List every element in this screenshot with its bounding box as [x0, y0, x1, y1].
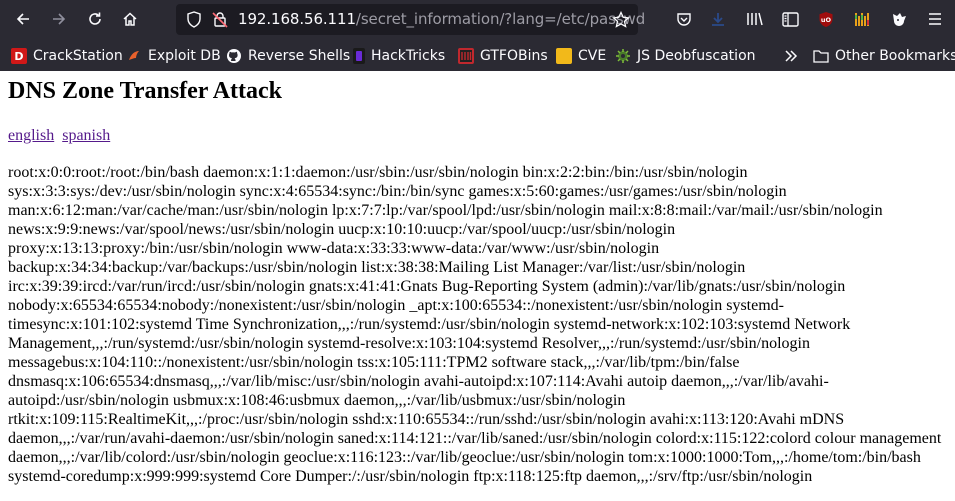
svg-text:uO: uO [821, 16, 832, 24]
reload-button[interactable] [79, 3, 111, 35]
back-arrow-icon [16, 13, 29, 25]
passwd-file-contents: root:x:0:0:root:/root:/bin/bash daemon:x… [8, 164, 942, 485]
lang-link-english[interactable]: english [8, 127, 54, 144]
other-bookmarks-label: Other Bookmarks [835, 48, 955, 64]
language-links: english spanish [8, 127, 947, 145]
browser-chrome: 192.168.56.111/secret_information/?lang=… [0, 0, 955, 71]
tracking-protection-shield-icon[interactable] [186, 11, 202, 32]
bookmark-js-deobfuscation[interactable]: JS Deobfuscation [615, 46, 756, 66]
url-path: /secret_information/?lang=/etc/passwd [355, 10, 646, 28]
bookmark-reverse-shells[interactable]: Reverse Shells [226, 46, 350, 66]
bookmark-label: HackTricks [371, 48, 446, 64]
library-icon[interactable] [744, 8, 766, 30]
forward-button[interactable] [43, 3, 75, 35]
home-icon [123, 12, 137, 26]
folder-icon [813, 48, 829, 64]
forward-arrow-icon [53, 13, 66, 25]
bookmark-label: GTFOBins [480, 48, 548, 64]
bookmark-label: CrackStation [33, 48, 123, 64]
cve-icon [556, 48, 572, 64]
crackstation-icon: D [11, 48, 27, 64]
page-title: DNS Zone Transfer Attack [8, 78, 283, 104]
hacktricks-icon [353, 48, 365, 64]
bookmark-exploit-db[interactable]: Exploit DB [126, 46, 221, 66]
wappalyzer-icon[interactable] [852, 8, 874, 30]
bookmark-label: CVE [578, 48, 607, 64]
pocket-icon[interactable] [673, 8, 695, 30]
chevron-double-right-icon [785, 50, 798, 62]
exploitdb-icon [126, 48, 142, 64]
home-button[interactable] [114, 3, 146, 35]
sidebar-icon[interactable] [779, 8, 801, 30]
menu-hamburger-icon[interactable] [924, 8, 946, 30]
ublock-origin-icon[interactable]: uO [815, 8, 837, 30]
other-bookmarks-folder[interactable]: Other Bookmarks [813, 46, 955, 66]
navigation-toolbar: 192.168.56.111/secret_information/?lang=… [0, 0, 955, 39]
bookmark-gtfobins[interactable]: GTFOBins [458, 46, 548, 66]
bookmark-hacktricks[interactable]: HackTricks [353, 46, 445, 66]
bookmark-cve[interactable]: CVE [556, 46, 606, 66]
bookmarks-overflow-button[interactable] [783, 46, 799, 66]
bookmark-label: Reverse Shells [248, 48, 351, 64]
url-bar[interactable]: 192.168.56.111/secret_information/?lang=… [176, 4, 645, 35]
github-icon [226, 48, 242, 64]
bookmark-label: JS Deobfuscation [637, 48, 756, 64]
reload-icon [89, 12, 101, 25]
gtfobins-icon [458, 48, 474, 64]
back-button[interactable] [7, 3, 39, 35]
bookmarks-toolbar: D CrackStation Exploit DB Reverse Shells… [0, 39, 955, 71]
bookmark-star-icon[interactable] [612, 10, 630, 32]
bookmark-crackstation[interactable]: D CrackStation [11, 46, 123, 66]
bookmark-label: Exploit DB [148, 48, 221, 64]
url-host: 192.168.56.111 [238, 10, 356, 28]
downloads-icon[interactable] [707, 8, 729, 30]
url-text: 192.168.56.111/secret_information/?lang=… [238, 10, 645, 28]
insecure-lock-icon[interactable] [212, 11, 228, 32]
page-content: DNS Zone Transfer Attack english spanish… [0, 71, 955, 486]
foxyproxy-icon[interactable] [888, 8, 910, 30]
js-deobfuscation-icon [615, 48, 631, 64]
lang-link-spanish[interactable]: spanish [62, 127, 110, 144]
